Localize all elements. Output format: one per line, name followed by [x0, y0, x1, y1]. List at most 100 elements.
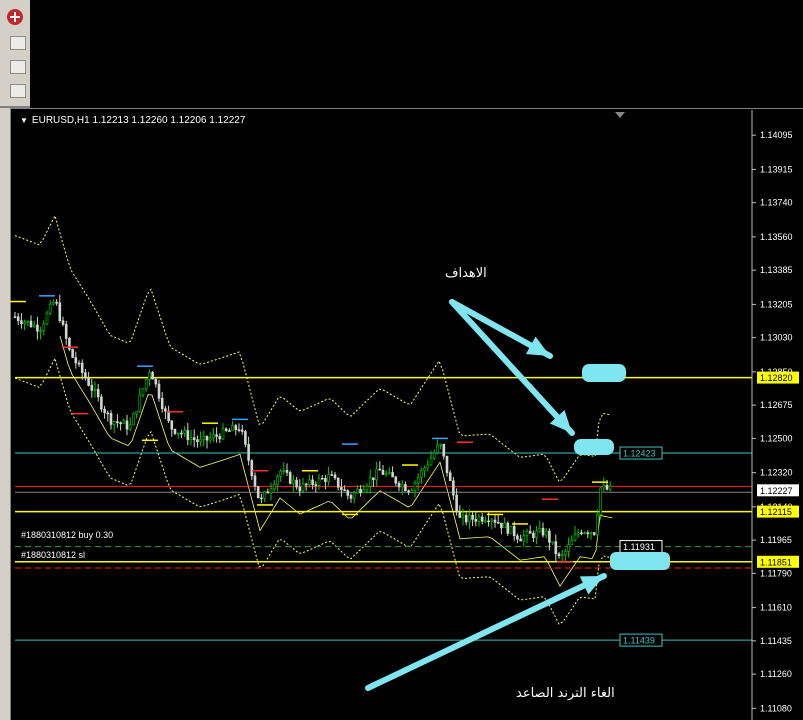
- candle-body: [519, 538, 522, 542]
- price-chart[interactable]: 1.14095 1.13915 1.13740 1.13560 1.13385 1.132…: [0, 0, 803, 720]
- candle-body: [599, 487, 602, 515]
- candle-body: [144, 379, 148, 390]
- candle-body: [42, 323, 46, 331]
- candle-body: [132, 413, 135, 426]
- candle-body: [496, 522, 500, 524]
- candle-body: [292, 479, 295, 484]
- candle-body: [512, 525, 516, 537]
- candle-body: [122, 420, 126, 425]
- candle-body: [26, 320, 30, 323]
- candle-body: [500, 522, 503, 529]
- candle-body: [580, 532, 583, 534]
- chart-shift-marker-icon[interactable]: [615, 112, 625, 118]
- candle-body: [64, 324, 68, 339]
- candle-body: [231, 425, 234, 432]
- candle-body: [429, 457, 433, 466]
- candle-body: [602, 485, 606, 489]
- price-tick-label: 1.11790: [760, 568, 792, 578]
- candle-body: [522, 535, 526, 542]
- price-tick-label: 1.13915: [760, 164, 793, 174]
- candle-body: [263, 491, 266, 499]
- candle-body: [586, 532, 590, 535]
- candle-body: [71, 348, 74, 358]
- candle-body: [487, 520, 490, 523]
- candle-body: [170, 420, 174, 430]
- candle-body: [250, 460, 254, 477]
- candle-body: [333, 474, 337, 479]
- candle-body: [567, 544, 570, 552]
- candle-body: [336, 477, 340, 488]
- candle-body: [247, 444, 250, 461]
- candle-body: [36, 324, 39, 332]
- candle-body: [308, 479, 311, 485]
- candle-body: [541, 527, 545, 536]
- candle-body: [103, 408, 106, 414]
- candle-body: [119, 422, 122, 425]
- upper-band: [14, 214, 612, 483]
- candle-body: [340, 487, 343, 491]
- candle-body: [199, 438, 202, 442]
- candle-body: [109, 413, 113, 425]
- trend-cancel-highlight: [610, 552, 670, 570]
- candle-body: [106, 412, 110, 415]
- price-tick-label: 1.13385: [760, 265, 793, 275]
- candle-body: [516, 535, 519, 540]
- candle-body: [74, 357, 78, 364]
- candle-body: [228, 430, 231, 432]
- envelope-bands: [14, 214, 613, 625]
- order-labels: #1880310812 buy 0.30 #1880310812 sl: [21, 530, 113, 560]
- candle-body: [384, 473, 388, 475]
- candle-body: [448, 472, 452, 482]
- order-buy-label: #1880310812 buy 0.30: [21, 530, 113, 540]
- price-label-text: 1.12227: [760, 486, 793, 496]
- price-label: 1.11439: [619, 633, 663, 647]
- candle-body: [400, 484, 404, 488]
- candle-body: [215, 434, 218, 437]
- candle-body: [359, 488, 362, 493]
- candle-body: [282, 470, 286, 472]
- candle-body: [365, 485, 369, 491]
- candle-body: [596, 514, 599, 535]
- candle-body: [324, 478, 327, 482]
- candle-body: [189, 437, 193, 440]
- candle-body: [484, 520, 487, 523]
- candle-body: [93, 388, 97, 391]
- price-label: 1.11931: [619, 540, 663, 554]
- candle-body: [423, 467, 426, 472]
- candle-body: [564, 550, 567, 556]
- candle-body: [237, 429, 241, 431]
- candle-body: [276, 476, 279, 485]
- price-tick-label: 1.13560: [760, 232, 793, 242]
- candle-body: [221, 428, 225, 440]
- candle-body: [125, 420, 129, 430]
- candle-body: [474, 519, 478, 522]
- candle-body: [167, 410, 170, 422]
- candle-body: [455, 494, 458, 513]
- dropdown-triangle-icon[interactable]: ▼: [20, 116, 28, 125]
- candle-body: [16, 316, 20, 321]
- candle-body: [592, 532, 596, 535]
- candle-body: [439, 443, 442, 446]
- candle-body: [176, 432, 180, 435]
- candle-body: [260, 497, 263, 500]
- annotation-arrow: [449, 299, 575, 436]
- price-scale: 1.14095 1.13915 1.13740 1.13560 1.13385 1.132…: [751, 110, 793, 720]
- candle-body: [426, 464, 430, 469]
- candle-body: [608, 485, 612, 490]
- candle-body: [138, 394, 142, 412]
- trend-cancel-annotation: الغاء الترند الصاعد: [516, 686, 615, 701]
- candle-body: [90, 385, 94, 391]
- candle-body: [560, 554, 564, 557]
- candle-body: [288, 472, 292, 484]
- candle-body: [269, 488, 273, 494]
- price-tick-label: 1.11965: [760, 535, 792, 545]
- price-tick-label: 1.13740: [760, 198, 793, 208]
- price-label-text: 1.11931: [623, 542, 655, 552]
- candle-body: [20, 320, 23, 324]
- candle-body: [298, 486, 302, 492]
- price-label: 1.11851: [757, 555, 799, 568]
- price-label-text: 1.12423: [623, 449, 656, 459]
- price-tick-label: 1.12675: [760, 400, 793, 410]
- candle-body: [266, 491, 270, 494]
- candle-body: [87, 377, 90, 386]
